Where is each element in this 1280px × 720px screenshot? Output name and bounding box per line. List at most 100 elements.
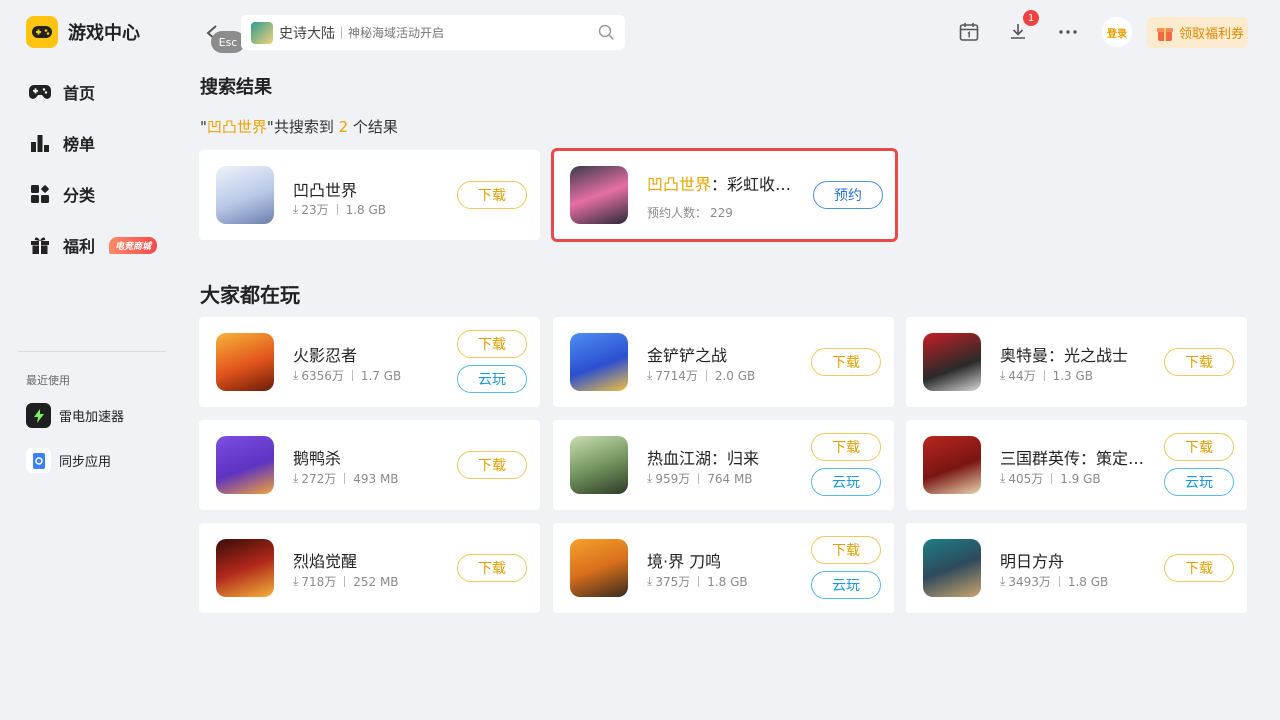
coupon-button[interactable]: 领取福利券 xyxy=(1147,17,1248,48)
game-name: 奥特曼：光之战士 xyxy=(1000,346,1129,365)
game-thumbnail xyxy=(570,539,628,597)
download-count-icon: ⤓ xyxy=(293,574,299,588)
game-card[interactable]: 热血江湖：归来 ⤓ 959万 764 MB 下载 云玩 xyxy=(553,420,894,510)
sidebar-item-ranking[interactable]: 榜单 xyxy=(28,129,157,157)
game-meta: ⤓ 44万 1.3 GB xyxy=(1000,367,1093,384)
download-button[interactable]: 下载 xyxy=(1164,433,1234,461)
game-thumbnail xyxy=(923,333,981,391)
meta-separator xyxy=(336,204,338,215)
sidebar-item-category[interactable]: 分类 xyxy=(28,180,157,208)
meta-separator xyxy=(344,473,346,484)
recent-item-thunder[interactable]: 雷电加速器 xyxy=(26,403,124,428)
game-size: 1.8 GB xyxy=(345,202,387,217)
summary-text: 共搜索到 xyxy=(273,118,339,136)
recent-title: 最近使用 xyxy=(26,374,70,387)
download-count-icon: ⤓ xyxy=(1000,574,1006,588)
game-center-logo-icon xyxy=(26,16,58,48)
meta-separator xyxy=(698,576,700,587)
download-button[interactable]: 下载 xyxy=(1164,348,1234,376)
download-count: 6356万 xyxy=(301,369,344,383)
meta-separator xyxy=(1058,576,1060,587)
more-icon[interactable] xyxy=(1056,20,1080,44)
game-card[interactable]: 境·界 刀鸣 ⤓ 375万 1.8 GB 下载 云玩 xyxy=(553,523,894,613)
game-card[interactable]: 奥特曼：光之战士 ⤓ 44万 1.3 GB 下载 xyxy=(906,317,1247,407)
download-button[interactable]: 下载 xyxy=(811,536,881,564)
cloud-play-button[interactable]: 云玩 xyxy=(457,365,527,393)
game-meta: ⤓ 272万 493 MB xyxy=(293,470,399,487)
login-button[interactable]: 登录 xyxy=(1102,17,1132,47)
sidebar-item-home[interactable]: 首页 xyxy=(28,78,157,106)
search-result-card-selected[interactable]: 凹凸世界：彩虹收… 预约人数： 229 预约 xyxy=(551,148,898,242)
game-thumbnail xyxy=(216,333,274,391)
download-button[interactable]: 下载 xyxy=(457,554,527,582)
download-count-icon: ⤓ xyxy=(1000,471,1006,485)
search-subtitle: 神秘海域活动开启 xyxy=(348,26,445,40)
download-button[interactable]: 下载 xyxy=(811,348,881,376)
ranking-icon xyxy=(28,131,52,155)
calendar-icon[interactable] xyxy=(957,20,981,44)
download-button[interactable]: 下载 xyxy=(811,433,881,461)
download-button[interactable]: 下载 xyxy=(457,451,527,479)
search-result-card[interactable]: 凹凸世界 ⤓ 23万 1.8 GB 下载 xyxy=(199,150,540,240)
game-size: 493 MB xyxy=(353,471,399,486)
game-thumbnail xyxy=(570,166,628,224)
summary-quote-open: " xyxy=(200,118,207,136)
cloud-play-button[interactable]: 云玩 xyxy=(811,571,881,599)
game-card[interactable]: 金铲铲之战 ⤓ 7714万 2.0 GB 下载 xyxy=(553,317,894,407)
game-card[interactable]: 火影忍者 ⤓ 6356万 1.7 GB 下载 云玩 xyxy=(199,317,540,407)
download-count-icon: ⤓ xyxy=(1000,368,1006,382)
game-name: 鹅鸭杀 xyxy=(293,449,342,468)
game-card[interactable]: 鹅鸭杀 ⤓ 272万 493 MB 下载 xyxy=(199,420,540,510)
search-bar[interactable]: 史诗大陆 神秘海域活动开启 xyxy=(241,15,625,50)
download-count: 7714万 xyxy=(655,369,698,383)
download-button[interactable]: 下载 xyxy=(457,181,527,209)
recent-item-sync[interactable]: 同步应用 xyxy=(26,448,111,473)
game-name-highlight: 凹凸世界 xyxy=(647,175,712,194)
game-card[interactable]: 明日方舟 ⤓ 3493万 1.8 GB 下载 xyxy=(906,523,1247,613)
brand[interactable]: 游戏中心 xyxy=(26,16,140,48)
download-button[interactable]: 下载 xyxy=(457,330,527,358)
game-thumbnail xyxy=(216,166,274,224)
cloud-play-button[interactable]: 云玩 xyxy=(811,468,881,496)
game-name: 金铲铲之战 xyxy=(647,346,728,365)
reserve-button[interactable]: 预约 xyxy=(813,181,883,209)
reservation-meta: 预约人数： 229 xyxy=(647,204,733,221)
meta-separator xyxy=(1051,473,1053,484)
sidebar-item-label: 分类 xyxy=(63,186,96,205)
download-count-icon: ⤓ xyxy=(647,368,653,382)
sidebar: 游戏中心 首页 榜单 分类 福利 电竞商城 最近使用 雷电加速器 同步应用 xyxy=(0,0,180,720)
meta-separator xyxy=(1043,370,1045,381)
game-thumbnail xyxy=(570,333,628,391)
game-name: 境·界 刀鸣 xyxy=(647,552,722,571)
download-count: 959万 xyxy=(655,472,691,486)
gamepad-icon xyxy=(28,80,52,104)
download-count-badge: 1 xyxy=(1023,10,1039,26)
game-name: 凹凸世界 xyxy=(293,181,358,200)
gift-icon xyxy=(28,233,52,257)
category-icon xyxy=(28,182,52,206)
game-card[interactable]: 烈焰觉醒 ⤓ 718万 252 MB 下载 xyxy=(199,523,540,613)
download-count-icon: ⤓ xyxy=(293,368,299,382)
reservation-label: 预约人数： xyxy=(647,206,708,220)
sidebar-item-welfare[interactable]: 福利 电竞商城 xyxy=(28,231,158,259)
search-results-title: 搜索结果 xyxy=(200,77,272,98)
coupon-label: 领取福利券 xyxy=(1179,27,1245,42)
sidebar-nav: 首页 榜单 分类 福利 电竞商城 xyxy=(28,78,158,282)
meta-separator xyxy=(351,370,353,381)
search-icon[interactable] xyxy=(598,24,615,41)
download-count: 3493万 xyxy=(1008,575,1051,589)
game-meta: ⤓ 6356万 1.7 GB xyxy=(293,367,401,384)
game-name: 明日方舟 xyxy=(1000,552,1065,571)
sidebar-divider xyxy=(18,351,166,352)
cloud-play-button[interactable]: 云玩 xyxy=(1164,468,1234,496)
game-thumbnail xyxy=(923,539,981,597)
game-card[interactable]: 三国群英传：策定… ⤓ 405万 1.9 GB 下载 云玩 xyxy=(906,420,1247,510)
download-button[interactable]: 下载 xyxy=(1164,554,1234,582)
game-thumbnail xyxy=(923,436,981,494)
game-size: 764 MB xyxy=(707,471,753,486)
game-size: 1.3 GB xyxy=(1052,368,1094,383)
meta-separator xyxy=(705,370,707,381)
game-size: 1.9 GB xyxy=(1060,471,1101,486)
meta-separator xyxy=(698,473,700,484)
search-summary: "凹凸世界"共搜索到 2 个结果 xyxy=(200,116,398,137)
